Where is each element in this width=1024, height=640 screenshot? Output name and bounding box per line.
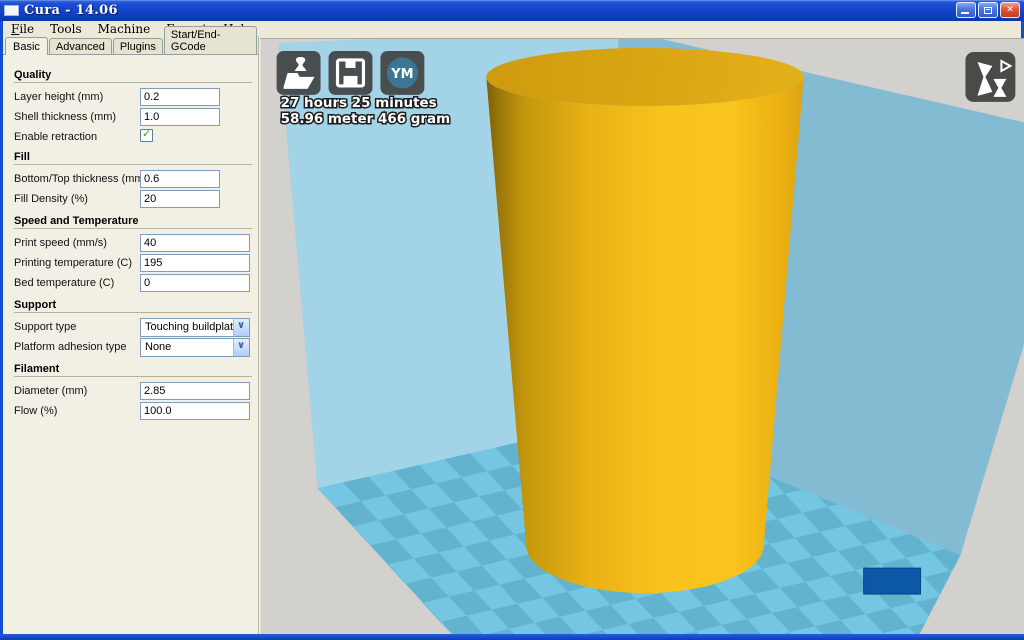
section-title: Speed and Temperature <box>14 215 145 227</box>
shell-thickness-input[interactable] <box>140 108 220 126</box>
section-quality: Quality Layer height (mm) Shell thicknes… <box>3 69 258 145</box>
flow-label: Flow (%) <box>14 405 58 417</box>
flow-input[interactable] <box>140 402 250 420</box>
printing-temperature-label: Printing temperature (C) <box>14 257 132 269</box>
restore-icon <box>984 7 992 14</box>
youmagine-label: YM <box>390 67 413 82</box>
menubar: File Tools Machine Expert Help <box>3 21 1021 36</box>
enable-retraction-checkbox[interactable]: ✓ <box>140 127 153 142</box>
support-type-value: Touching buildplate <box>145 321 240 333</box>
dropdown-button[interactable]: ∨ <box>233 319 249 336</box>
section-title: Quality <box>14 69 58 81</box>
window-border-bottom <box>0 634 1024 640</box>
chevron-down-icon: ∨ <box>237 340 246 351</box>
cylinder-side <box>486 76 804 594</box>
save-toolpath-button[interactable] <box>328 50 373 95</box>
layer-height-label: Layer height (mm) <box>14 91 104 103</box>
tabstrip: Basic Advanced Plugins Start/End-GCode <box>3 26 258 55</box>
minimize-button[interactable] <box>956 2 976 18</box>
menu-machine[interactable]: Machine <box>90 22 159 36</box>
view-mode-button[interactable] <box>965 51 1016 102</box>
tab-advanced[interactable]: Advanced <box>48 38 112 54</box>
print-speed-label: Print speed (mm/s) <box>14 237 107 249</box>
viewport-3d: YM 27 hours 25 minutes 58.96 meter 466 g… <box>260 36 1024 634</box>
section-title: Support <box>14 299 63 311</box>
check-icon: ✓ <box>142 127 152 140</box>
enable-retraction-label: Enable retraction <box>14 131 98 143</box>
diameter-label: Diameter (mm) <box>14 385 88 397</box>
support-type-select[interactable]: Touching buildplate ∨ <box>140 318 250 337</box>
section-filament: Filament Diameter (mm) Flow (%) <box>3 363 258 421</box>
fill-density-label: Fill Density (%) <box>14 193 88 205</box>
tab-plugins[interactable]: Plugins <box>112 38 163 54</box>
print-time-stat: 27 hours 25 minutes <box>281 95 437 111</box>
settings-panel: Basic Advanced Plugins Start/End-GCode Q… <box>3 26 259 634</box>
print-material-stat: 58.96 meter 466 gram <box>281 111 451 127</box>
section-title: Fill <box>14 151 36 163</box>
window-title: Cura - 14.06 <box>24 3 118 18</box>
model-cylinder[interactable] <box>486 47 804 594</box>
platform-adhesion-label: Platform adhesion type <box>14 341 127 353</box>
close-icon: ✕ <box>1006 5 1014 15</box>
plate-front-marker <box>863 567 922 595</box>
print-speed-input[interactable] <box>140 234 250 252</box>
tab-basic[interactable]: Basic <box>5 37 48 55</box>
settings-form: Quality Layer height (mm) Shell thicknes… <box>3 55 258 421</box>
chevron-down-icon: ∨ <box>237 320 246 331</box>
platform-adhesion-value: None <box>145 341 172 353</box>
menu-file[interactable]: File <box>3 22 42 36</box>
bed-temperature-label: Bed temperature (C) <box>14 277 115 289</box>
dropdown-button[interactable]: ∨ <box>233 339 249 356</box>
shell-thickness-label: Shell thickness (mm) <box>14 111 117 123</box>
scene-canvas[interactable]: YM 27 hours 25 minutes 58.96 meter 466 g… <box>260 38 1024 634</box>
printing-temperature-input[interactable] <box>140 254 250 272</box>
bottom-top-thickness-label: Bottom/Top thickness (mm) <box>14 173 148 185</box>
diameter-input[interactable] <box>140 382 250 400</box>
section-speed-temperature: Speed and Temperature Print speed (mm/s)… <box>3 215 258 293</box>
layer-height-input[interactable] <box>140 88 220 106</box>
close-button[interactable]: ✕ <box>1000 2 1020 18</box>
load-model-button[interactable] <box>276 50 321 95</box>
platform-adhesion-select[interactable]: None ∨ <box>140 338 250 357</box>
share-youmagine-button[interactable]: YM <box>380 50 425 95</box>
app-icon <box>4 5 19 16</box>
restore-button[interactable] <box>978 2 998 18</box>
section-fill: Fill Bottom/Top thickness (mm) Fill Dens… <box>3 151 258 209</box>
minimize-icon <box>961 12 969 14</box>
bed-temperature-input[interactable] <box>140 274 250 292</box>
menu-tools[interactable]: Tools <box>42 22 90 36</box>
section-support: Support Support type Touching buildplate… <box>3 299 258 357</box>
titlebar: Cura - 14.06 ✕ <box>0 0 1024 21</box>
bottom-top-thickness-input[interactable] <box>140 170 220 188</box>
support-type-label: Support type <box>14 321 77 333</box>
tab-start-end-gcode[interactable]: Start/End-GCode <box>163 26 257 54</box>
cylinder-top <box>486 47 804 106</box>
fill-density-input[interactable] <box>140 190 220 208</box>
section-title: Filament <box>14 363 66 375</box>
main-area: Basic Advanced Plugins Start/End-GCode Q… <box>3 26 1024 634</box>
